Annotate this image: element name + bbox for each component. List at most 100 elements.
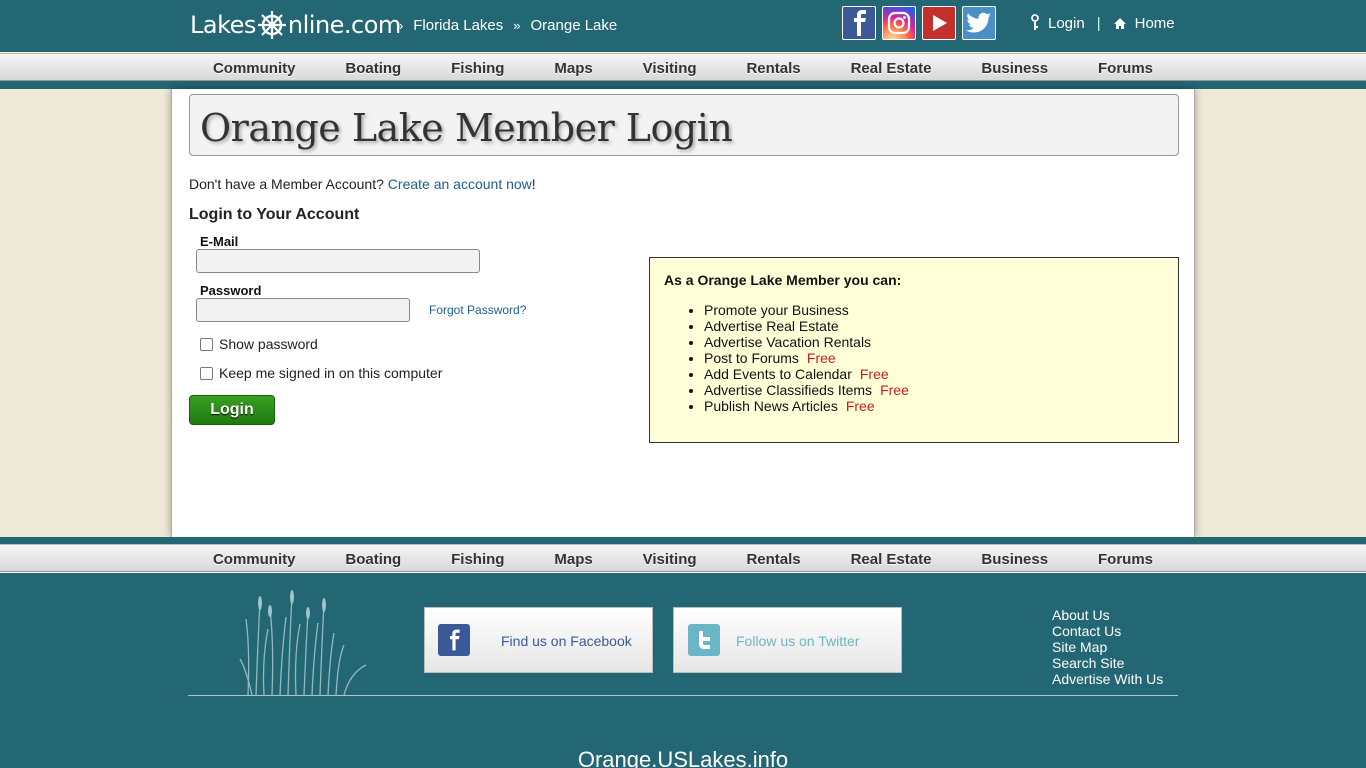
- footer-divider-strip: [0, 572, 1366, 579]
- home-icon: [1113, 17, 1126, 29]
- free-badge: Free: [859, 366, 889, 382]
- password-label: Password: [200, 283, 262, 298]
- logo-text-online: nline.com: [287, 11, 401, 39]
- free-badge: Free: [806, 350, 836, 366]
- nav-fishing[interactable]: Fishing: [451, 60, 504, 77]
- breadcrumb-separator: »: [396, 18, 404, 33]
- twitter-follow-text: Follow us on Twitter: [736, 633, 860, 649]
- reeds-illustration: [239, 590, 367, 695]
- benefit-text: Publish News Articles: [704, 398, 838, 414]
- list-item: Advertise Real Estate: [704, 318, 909, 334]
- breadcrumb-florida-lakes[interactable]: Florida Lakes: [413, 17, 503, 34]
- nav-business[interactable]: Business: [981, 60, 1048, 77]
- site-footer: Find us on Facebook Follow us on Twitter…: [0, 579, 1366, 768]
- footer-nav-real-estate[interactable]: Real Estate: [851, 551, 932, 568]
- twitter-follow-box[interactable]: Follow us on Twitter: [673, 607, 902, 673]
- social-links: [842, 6, 996, 40]
- facebook-follow-box[interactable]: Find us on Facebook: [424, 607, 653, 673]
- logo-text-lakes: Lakes: [190, 11, 256, 39]
- footer-nav: Community Boating Fishing Maps Visiting …: [0, 544, 1366, 572]
- list-item: Add Events to Calendar Free: [704, 366, 909, 382]
- benefit-text: Post to Forums: [704, 350, 799, 366]
- email-field[interactable]: [196, 249, 480, 273]
- instagram-icon[interactable]: [882, 6, 916, 40]
- site-logo[interactable]: Lakes nline.com: [190, 10, 401, 40]
- footer-link-about[interactable]: About Us: [1052, 607, 1163, 623]
- footer-nav-boating[interactable]: Boating: [345, 551, 401, 568]
- keep-signed-in-checkbox[interactable]: [200, 366, 213, 380]
- benefit-text: Promote your Business: [704, 302, 849, 318]
- nav-divider-strip: [0, 81, 1366, 89]
- facebook-icon: [438, 624, 470, 656]
- password-field[interactable]: [196, 298, 410, 322]
- footer-nav-rentals[interactable]: Rentals: [746, 551, 800, 568]
- benefits-heading: As a Orange Lake Member you can:: [664, 272, 902, 288]
- footer-link-advertise[interactable]: Advertise With Us: [1052, 671, 1163, 687]
- twitter-icon: [688, 624, 720, 656]
- nav-community[interactable]: Community: [213, 60, 296, 77]
- nav-forums[interactable]: Forums: [1098, 60, 1153, 77]
- forgot-password-link[interactable]: Forgot Password?: [429, 303, 526, 317]
- list-item: Publish News Articles Free: [704, 398, 909, 414]
- benefit-text: Add Events to Calendar: [704, 366, 852, 382]
- free-badge: Free: [880, 382, 909, 398]
- footer-nav-business[interactable]: Business: [981, 551, 1048, 568]
- main-content: Orange Lake Member Login Don't have a Me…: [171, 89, 1195, 537]
- keep-signed-in-option: Keep me signed in on this computer: [200, 365, 442, 381]
- no-account-text: Don't have a Member Account? Create an a…: [189, 176, 536, 192]
- benefit-text: Advertise Real Estate: [704, 318, 839, 334]
- nav-boating[interactable]: Boating: [345, 60, 401, 77]
- list-item: Post to Forums Free: [704, 350, 909, 366]
- footer-nav-community[interactable]: Community: [213, 551, 296, 568]
- facebook-follow-text: Find us on Facebook: [501, 633, 632, 649]
- login-button[interactable]: Login: [189, 395, 275, 425]
- page-title: Orange Lake Member Login: [200, 106, 733, 150]
- breadcrumb: » Florida Lakes » Orange Lake: [396, 17, 617, 34]
- main-nav: Community Boating Fishing Maps Visiting …: [0, 53, 1366, 81]
- create-account-link[interactable]: Create an account now: [388, 176, 532, 192]
- ship-wheel-icon: [257, 11, 286, 39]
- login-heading: Login to Your Account: [189, 206, 360, 223]
- footer-link-search[interactable]: Search Site: [1052, 655, 1163, 671]
- breadcrumb-orange-lake[interactable]: Orange Lake: [531, 17, 618, 34]
- footer-nav-forums[interactable]: Forums: [1098, 551, 1153, 568]
- footer-nav-maps[interactable]: Maps: [554, 551, 592, 568]
- email-label: E-Mail: [200, 234, 239, 249]
- footer-link-sitemap[interactable]: Site Map: [1052, 639, 1163, 655]
- facebook-icon[interactable]: [842, 6, 876, 40]
- link-divider: |: [1096, 14, 1101, 32]
- benefit-text: Advertise Vacation Rentals: [704, 334, 872, 350]
- breadcrumb-separator: »: [513, 18, 521, 33]
- top-header: Lakes nline.com » Florida Lakes » Orange…: [0, 0, 1366, 52]
- key-icon: [1031, 14, 1039, 30]
- free-badge: Free: [845, 398, 875, 414]
- nav-visiting[interactable]: Visiting: [643, 60, 697, 77]
- footer-nav-visiting[interactable]: Visiting: [643, 551, 697, 568]
- footer-divider: [188, 695, 1178, 696]
- benefits-list: Promote your Business Advertise Real Est…: [704, 302, 909, 414]
- footer-nav-fishing[interactable]: Fishing: [451, 551, 504, 568]
- benefit-text: Advertise Classifieds Items: [704, 382, 873, 398]
- footer-link-contact[interactable]: Contact Us: [1052, 623, 1163, 639]
- list-item: Promote your Business: [704, 302, 909, 318]
- top-links: Login | Home: [1030, 14, 1175, 32]
- keep-signed-in-label: Keep me signed in on this computer: [219, 365, 443, 381]
- login-link[interactable]: Login: [1048, 15, 1085, 32]
- title-box: Orange Lake Member Login: [189, 94, 1179, 156]
- show-password-option: Show password: [200, 336, 318, 352]
- site-name: Orange.USLakes.info: [577, 747, 789, 768]
- youtube-icon[interactable]: [922, 6, 956, 40]
- create-account-suffix: !: [531, 176, 536, 192]
- twitter-icon[interactable]: [962, 6, 996, 40]
- footer-links: About Us Contact Us Site Map Search Site…: [1052, 607, 1163, 687]
- nav-maps[interactable]: Maps: [554, 60, 592, 77]
- nav-real-estate[interactable]: Real Estate: [851, 60, 932, 77]
- list-item: Advertise Classifieds Items Free: [704, 382, 909, 398]
- show-password-checkbox[interactable]: [200, 337, 213, 351]
- show-password-label: Show password: [219, 336, 318, 352]
- no-account-prompt: Don't have a Member Account?: [189, 176, 384, 192]
- footer-divider-strip: [0, 537, 1366, 544]
- list-item: Advertise Vacation Rentals: [704, 334, 909, 350]
- home-link[interactable]: Home: [1135, 15, 1175, 32]
- nav-rentals[interactable]: Rentals: [746, 60, 800, 77]
